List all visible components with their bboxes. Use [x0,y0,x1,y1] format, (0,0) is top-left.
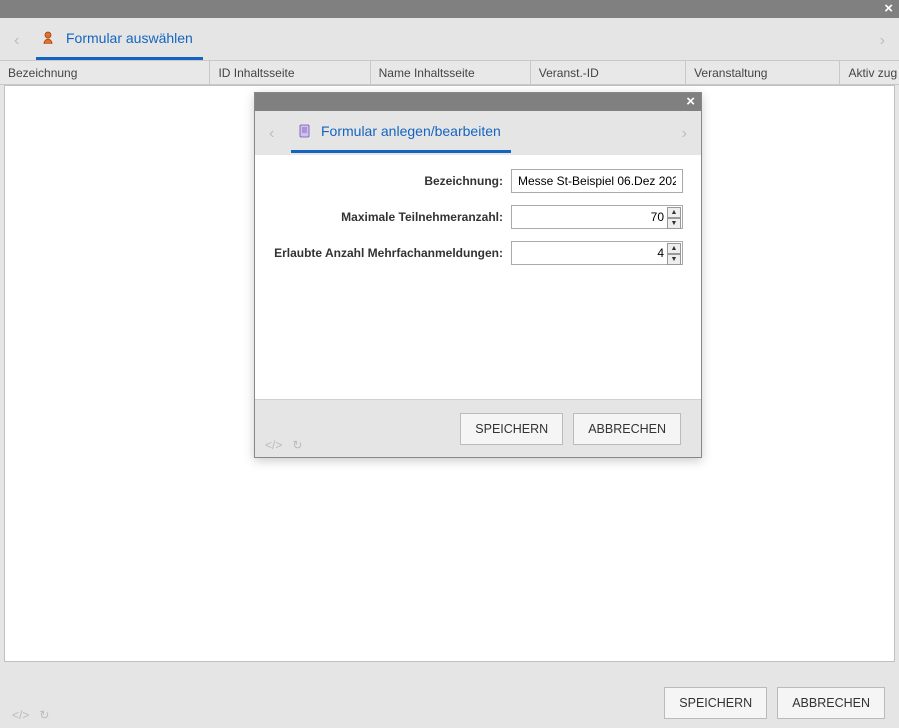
code-icon[interactable]: </> [265,438,282,452]
spin-up-icon[interactable]: ▲ [667,207,681,218]
save-button[interactable]: SPEICHERN [460,413,563,445]
label-bezeichnung: Bezeichnung: [424,174,511,188]
grid-header: Bezeichnung ID Inhaltsseite Name Inhalts… [0,60,899,85]
col-id-inhaltsseite[interactable]: ID Inhaltsseite [210,61,370,84]
row-max-teilnehmer: Maximale Teilnehmeranzahl: ▲ ▼ [255,205,683,229]
outer-window: × ‹ Formular auswählen › Bezeichnung ID … [0,0,899,728]
modal-footer: SPEICHERN ABBRECHEN [255,399,701,457]
modal-formular-bearbeiten: × ‹ Formular anlegen/bearbeiten › Beze [254,92,702,458]
col-aktiv[interactable]: Aktiv zug [840,61,899,84]
refresh-icon[interactable]: ↻ [292,438,302,452]
dev-toolbar: </> ↻ [265,438,302,452]
outer-footer: SPEICHERN ABBRECHEN [0,678,899,728]
col-name-inhaltsseite[interactable]: Name Inhaltsseite [371,61,531,84]
form-icon [42,30,58,46]
spin-down-icon[interactable]: ▼ [667,254,681,265]
col-label: Bezeichnung [8,66,77,80]
col-veranst-id[interactable]: Veranst.-ID [531,61,686,84]
cancel-button[interactable]: ABBRECHEN [777,687,885,719]
label-mehrfach: Erlaubte Anzahl Mehrfachanmeldungen: [274,246,511,260]
tab-label: Formular anlegen/bearbeiten [321,123,501,139]
spinner-max-teilnehmer: ▲ ▼ [511,205,683,229]
outer-titlebar: × [0,0,899,18]
spin-up-icon[interactable]: ▲ [667,243,681,254]
close-icon[interactable]: × [884,1,893,16]
input-bezeichnung[interactable] [511,169,683,193]
col-bezeichnung[interactable]: Bezeichnung [0,61,210,84]
modal-titlebar: × [255,93,701,111]
refresh-icon[interactable]: ↻ [39,708,49,722]
nav-next-icon[interactable]: › [880,32,885,50]
tab-formular-anlegen[interactable]: Formular anlegen/bearbeiten [291,111,511,153]
row-mehrfach: Erlaubte Anzahl Mehrfachanmeldungen: ▲ ▼ [255,241,683,265]
col-label: Veranstaltung [694,66,767,80]
spinner-mehrfach: ▲ ▼ [511,241,683,265]
col-label: Veranst.-ID [539,66,599,80]
modal-body: Bezeichnung: Maximale Teilnehmeranzahl: … [255,155,701,383]
dev-toolbar: </> ↻ [12,708,49,722]
col-label: Name Inhaltsseite [379,66,475,80]
spin-down-icon[interactable]: ▼ [667,218,681,229]
input-max-teilnehmer[interactable] [511,205,683,229]
close-icon[interactable]: × [686,94,695,109]
modal-header: ‹ Formular anlegen/bearbeiten › [255,111,701,155]
row-bezeichnung: Bezeichnung: [255,169,683,193]
col-label: Aktiv zug [848,66,897,80]
col-label: ID Inhaltsseite [218,66,294,80]
cancel-button[interactable]: ABBRECHEN [573,413,681,445]
code-icon[interactable]: </> [12,708,29,722]
nav-prev-icon[interactable]: ‹ [269,125,274,143]
document-icon [297,123,313,139]
nav-next-icon[interactable]: › [682,125,687,143]
tab-formular-auswaehlen[interactable]: Formular auswählen [36,18,203,60]
outer-tabbar: ‹ Formular auswählen › [0,18,899,60]
save-button[interactable]: SPEICHERN [664,687,767,719]
tab-label: Formular auswählen [66,30,193,46]
label-max-teilnehmer: Maximale Teilnehmeranzahl: [341,210,511,224]
nav-prev-icon[interactable]: ‹ [14,32,19,50]
col-veranstaltung[interactable]: Veranstaltung [686,61,840,84]
input-mehrfach[interactable] [511,241,683,265]
